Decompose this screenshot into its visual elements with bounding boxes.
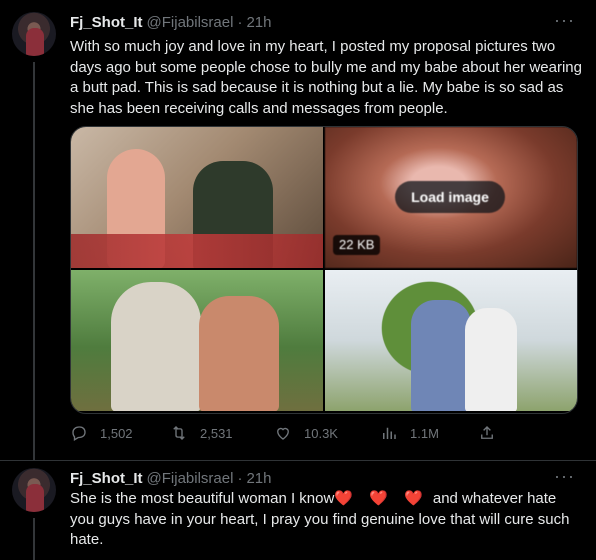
share-icon bbox=[481, 426, 493, 439]
thread-line bbox=[33, 518, 35, 560]
avatar[interactable] bbox=[12, 12, 56, 56]
heart-icon bbox=[277, 427, 289, 440]
views-icon bbox=[383, 427, 396, 439]
timestamp[interactable]: 21h bbox=[246, 14, 271, 31]
load-image-button[interactable]: Load image bbox=[395, 181, 505, 213]
retweet-button[interactable]: 2,531 bbox=[170, 424, 233, 442]
user-handle[interactable]: @Fijabilsrael bbox=[147, 470, 234, 487]
separator: · bbox=[237, 469, 243, 487]
photo-blurred[interactable]: Load image 22 KB bbox=[325, 127, 577, 268]
retweet-icon bbox=[173, 426, 185, 440]
file-size-badge: 22 KB bbox=[333, 235, 381, 255]
share-button[interactable] bbox=[478, 424, 508, 442]
views-count: 1.1M bbox=[410, 425, 439, 441]
photo-couple-kiss[interactable] bbox=[71, 270, 323, 411]
more-icon[interactable]: ··· bbox=[554, 11, 574, 34]
thread-line bbox=[33, 62, 35, 460]
retweet-count: 2,531 bbox=[200, 425, 233, 441]
views-button[interactable]: 1.1M bbox=[380, 424, 439, 442]
tweet-text: With so much joy and love in my heart, I… bbox=[70, 38, 582, 117]
tweet-text: She is the most beautiful woman I know❤️… bbox=[70, 489, 582, 551]
tweet-actions: 1,502 2,531 10.3K 1.1M bbox=[70, 424, 500, 446]
like-button[interactable]: 10.3K bbox=[274, 424, 338, 442]
tweet-header: Fj_Shot_It @Fijabilsrael · 21h bbox=[70, 468, 271, 488]
like-count: 10.3K bbox=[304, 425, 338, 441]
more-icon[interactable]: ··· bbox=[554, 467, 574, 490]
reply-icon bbox=[72, 426, 86, 441]
tweet-text-start: She is the most beautiful woman I know bbox=[70, 490, 335, 507]
reply-count: 1,502 bbox=[100, 425, 133, 441]
display-name[interactable]: Fj_Shot_It bbox=[70, 470, 143, 487]
reply-button[interactable]: 1,502 bbox=[70, 424, 133, 442]
avatar[interactable] bbox=[12, 468, 56, 512]
photo-couple-palm[interactable] bbox=[325, 270, 577, 411]
timestamp[interactable]: 21h bbox=[246, 470, 271, 487]
user-handle[interactable]: @Fijabilsrael bbox=[147, 14, 234, 31]
tweet[interactable]: Fj_Shot_It @Fijabilsrael · 21h ··· With … bbox=[0, 0, 596, 461]
tweet-header: Fj_Shot_It @Fijabilsrael · 21h bbox=[70, 12, 271, 32]
media-grid: Load image 22 KB bbox=[70, 126, 578, 414]
separator: · bbox=[237, 13, 243, 31]
photo-proposal-kneeling[interactable] bbox=[71, 127, 323, 268]
heart-emojis: ❤️ ❤️ ❤️ bbox=[334, 490, 429, 507]
display-name[interactable]: Fj_Shot_It bbox=[70, 14, 143, 31]
tweet[interactable]: Fj_Shot_It @Fijabilsrael · 21h ··· She i… bbox=[0, 460, 596, 560]
